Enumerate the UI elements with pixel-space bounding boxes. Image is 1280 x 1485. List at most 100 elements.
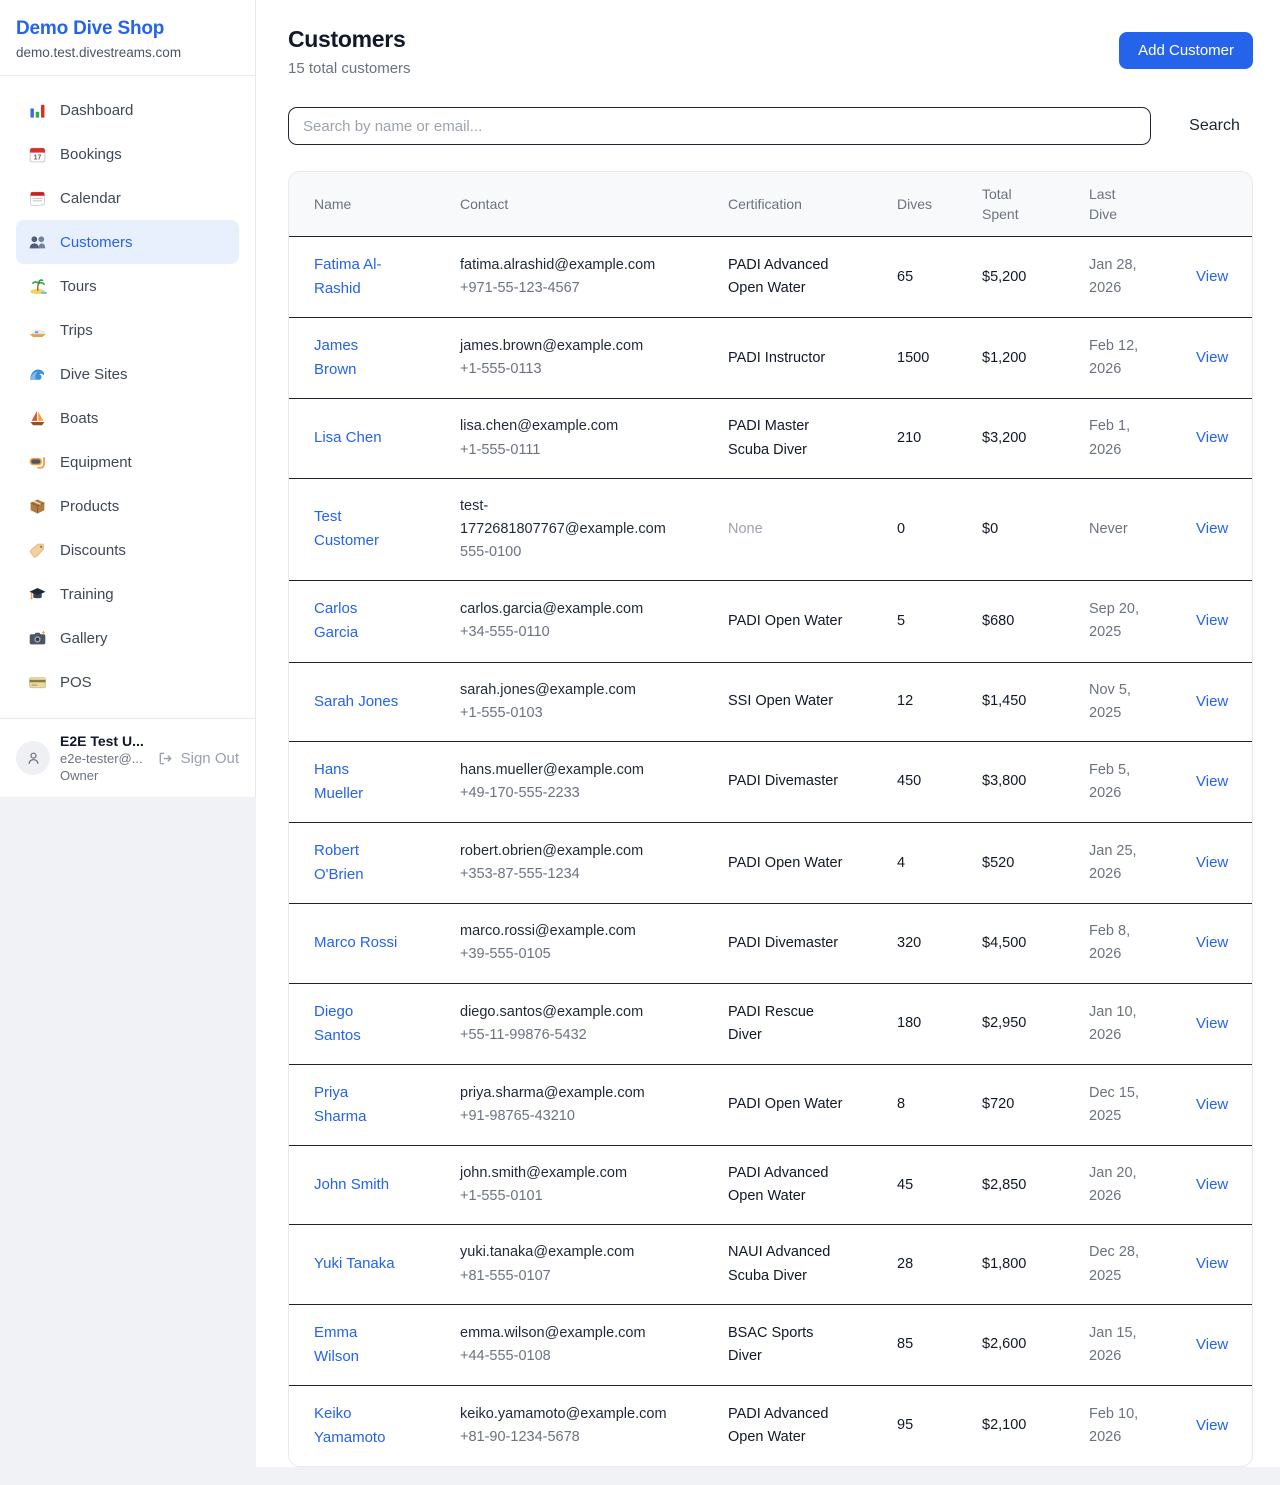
shop-domain: demo.test.divestreams.com xyxy=(16,45,239,60)
sidebar-item-bookings[interactable]: 17 Bookings xyxy=(16,132,239,176)
sidebar-item-trips[interactable]: Trips xyxy=(16,308,239,352)
customer-last-dive: Feb 10, 2026 xyxy=(1089,1406,1138,1445)
customer-certification: PADI Master Scuba Diver xyxy=(728,418,809,457)
camera-icon xyxy=(28,629,47,648)
search-button[interactable]: Search xyxy=(1176,117,1253,135)
view-customer-link[interactable]: View xyxy=(1196,268,1228,285)
column-header-actions xyxy=(1195,172,1253,237)
search-row: Search xyxy=(288,107,1253,145)
sidebar-item-equipment[interactable]: Equipment xyxy=(16,440,239,484)
customer-certification: PADI Advanced Open Water xyxy=(728,257,829,296)
column-header-certification: Certification xyxy=(727,172,896,237)
sidebar-item-dashboard[interactable]: Dashboard xyxy=(16,88,239,132)
customer-name-link[interactable]: Carlos Garcia xyxy=(314,597,400,645)
customer-total-spent: $520 xyxy=(981,823,1088,904)
table-row: Lisa Chen lisa.chen@example.com +1-555-0… xyxy=(289,399,1253,478)
customer-name-link[interactable]: Keiko Yamamoto xyxy=(314,1402,400,1450)
main-content: Customers 15 total customers Add Custome… xyxy=(256,0,1280,1467)
view-customer-link[interactable]: View xyxy=(1196,854,1228,871)
view-customer-link[interactable]: View xyxy=(1196,1096,1228,1113)
sidebar-item-dive-sites[interactable]: Dive Sites xyxy=(16,352,239,396)
customer-name-link[interactable]: Yuki Tanaka xyxy=(314,1252,395,1276)
customer-name-link[interactable]: Test Customer xyxy=(314,505,400,553)
customer-email: diego.santos@example.com xyxy=(460,1001,677,1024)
sidebar-item-gallery[interactable]: Gallery xyxy=(16,616,239,660)
customer-name-link[interactable]: Sarah Jones xyxy=(314,690,398,714)
customer-phone: +44-555-0108 xyxy=(460,1345,677,1368)
sidebar-item-boats[interactable]: Boats xyxy=(16,396,239,440)
table-row: John Smith john.smith@example.com +1-555… xyxy=(289,1146,1253,1225)
customer-name-link[interactable]: Emma Wilson xyxy=(314,1321,400,1369)
view-customer-link[interactable]: View xyxy=(1196,1417,1228,1434)
user-email: e2e-tester@... xyxy=(60,751,147,766)
sign-out-button[interactable]: Sign Out xyxy=(157,750,239,767)
customer-certification: None xyxy=(728,521,763,537)
view-customer-link[interactable]: View xyxy=(1196,693,1228,710)
view-customer-link[interactable]: View xyxy=(1196,934,1228,951)
sailboat-icon xyxy=(28,409,47,428)
customer-dives: 28 xyxy=(896,1225,981,1304)
customer-total-spent: $0 xyxy=(981,478,1088,581)
sidebar-item-customers[interactable]: Customers xyxy=(16,220,239,264)
customer-total-spent: $1,450 xyxy=(981,662,1088,741)
sidebar-item-products[interactable]: Products xyxy=(16,484,239,528)
customer-name-link[interactable]: Robert O'Brien xyxy=(314,839,400,887)
customer-email: sarah.jones@example.com xyxy=(460,679,677,702)
search-input[interactable] xyxy=(288,107,1151,145)
customer-dives: 85 xyxy=(896,1304,981,1385)
customer-dives: 210 xyxy=(896,399,981,478)
view-customer-link[interactable]: View xyxy=(1196,429,1228,446)
customer-last-dive: Jan 20, 2026 xyxy=(1089,1165,1137,1204)
customer-certification: PADI Advanced Open Water xyxy=(728,1165,829,1204)
person-icon xyxy=(24,749,43,768)
customer-email: fatima.alrashid@example.com xyxy=(460,254,677,277)
view-customer-link[interactable]: View xyxy=(1196,1336,1228,1353)
view-customer-link[interactable]: View xyxy=(1196,1015,1228,1032)
customer-dives: 4 xyxy=(896,823,981,904)
customer-last-dive: Sep 20, 2025 xyxy=(1089,601,1139,640)
sign-out-icon xyxy=(157,750,174,767)
customer-total-spent: $2,600 xyxy=(981,1304,1088,1385)
table-row: Carlos Garcia carlos.garcia@example.com … xyxy=(289,581,1253,662)
customer-name-link[interactable]: Priya Sharma xyxy=(314,1081,400,1129)
customer-total-spent: $3,200 xyxy=(981,399,1088,478)
customer-last-dive: Dec 15, 2025 xyxy=(1089,1085,1139,1124)
customer-name-link[interactable]: Diego Santos xyxy=(314,1000,400,1048)
customer-email: yuki.tanaka@example.com xyxy=(460,1241,677,1264)
sidebar-item-training[interactable]: Training xyxy=(16,572,239,616)
view-customer-link[interactable]: View xyxy=(1196,1255,1228,1272)
view-customer-link[interactable]: View xyxy=(1196,612,1228,629)
island-icon xyxy=(28,277,47,296)
customer-certification: PADI Advanced Open Water xyxy=(728,1406,829,1445)
customer-last-dive: Nov 5, 2025 xyxy=(1089,682,1131,721)
view-customer-link[interactable]: View xyxy=(1196,520,1228,537)
customer-email: carlos.garcia@example.com xyxy=(460,598,677,621)
column-header-total-spent: Total Spent xyxy=(981,172,1088,237)
customer-name-link[interactable]: John Smith xyxy=(314,1173,389,1197)
package-icon xyxy=(28,497,47,516)
table-row: Keiko Yamamoto keiko.yamamoto@example.co… xyxy=(289,1385,1253,1466)
customer-name-link[interactable]: Hans Mueller xyxy=(314,758,400,806)
calendar-icon xyxy=(28,189,47,208)
sidebar-item-discounts[interactable]: Discounts xyxy=(16,528,239,572)
customer-name-link[interactable]: James Brown xyxy=(314,334,400,382)
view-customer-link[interactable]: View xyxy=(1196,773,1228,790)
customer-name-link[interactable]: Lisa Chen xyxy=(314,426,382,450)
customer-last-dive: Feb 5, 2026 xyxy=(1089,762,1130,801)
customer-certification: PADI Open Water xyxy=(728,1096,842,1112)
customer-last-dive: Feb 12, 2026 xyxy=(1089,338,1138,377)
sidebar-item-calendar[interactable]: Calendar xyxy=(16,176,239,220)
customer-certification: PADI Rescue Diver xyxy=(728,1004,814,1043)
customer-last-dive: Feb 1, 2026 xyxy=(1089,418,1130,457)
customer-dives: 180 xyxy=(896,983,981,1064)
table-row: Test Customer test-1772681807767@example… xyxy=(289,478,1253,581)
add-customer-button[interactable]: Add Customer xyxy=(1119,32,1253,69)
customer-name-link[interactable]: Marco Rossi xyxy=(314,931,397,955)
customer-total-spent: $2,850 xyxy=(981,1146,1088,1225)
sidebar-item-pos[interactable]: POS xyxy=(16,660,239,704)
view-customer-link[interactable]: View xyxy=(1196,349,1228,366)
view-customer-link[interactable]: View xyxy=(1196,1176,1228,1193)
customer-name-link[interactable]: Fatima Al-Rashid xyxy=(314,253,400,301)
customer-total-spent: $4,500 xyxy=(981,904,1088,983)
sidebar-item-tours[interactable]: Tours xyxy=(16,264,239,308)
